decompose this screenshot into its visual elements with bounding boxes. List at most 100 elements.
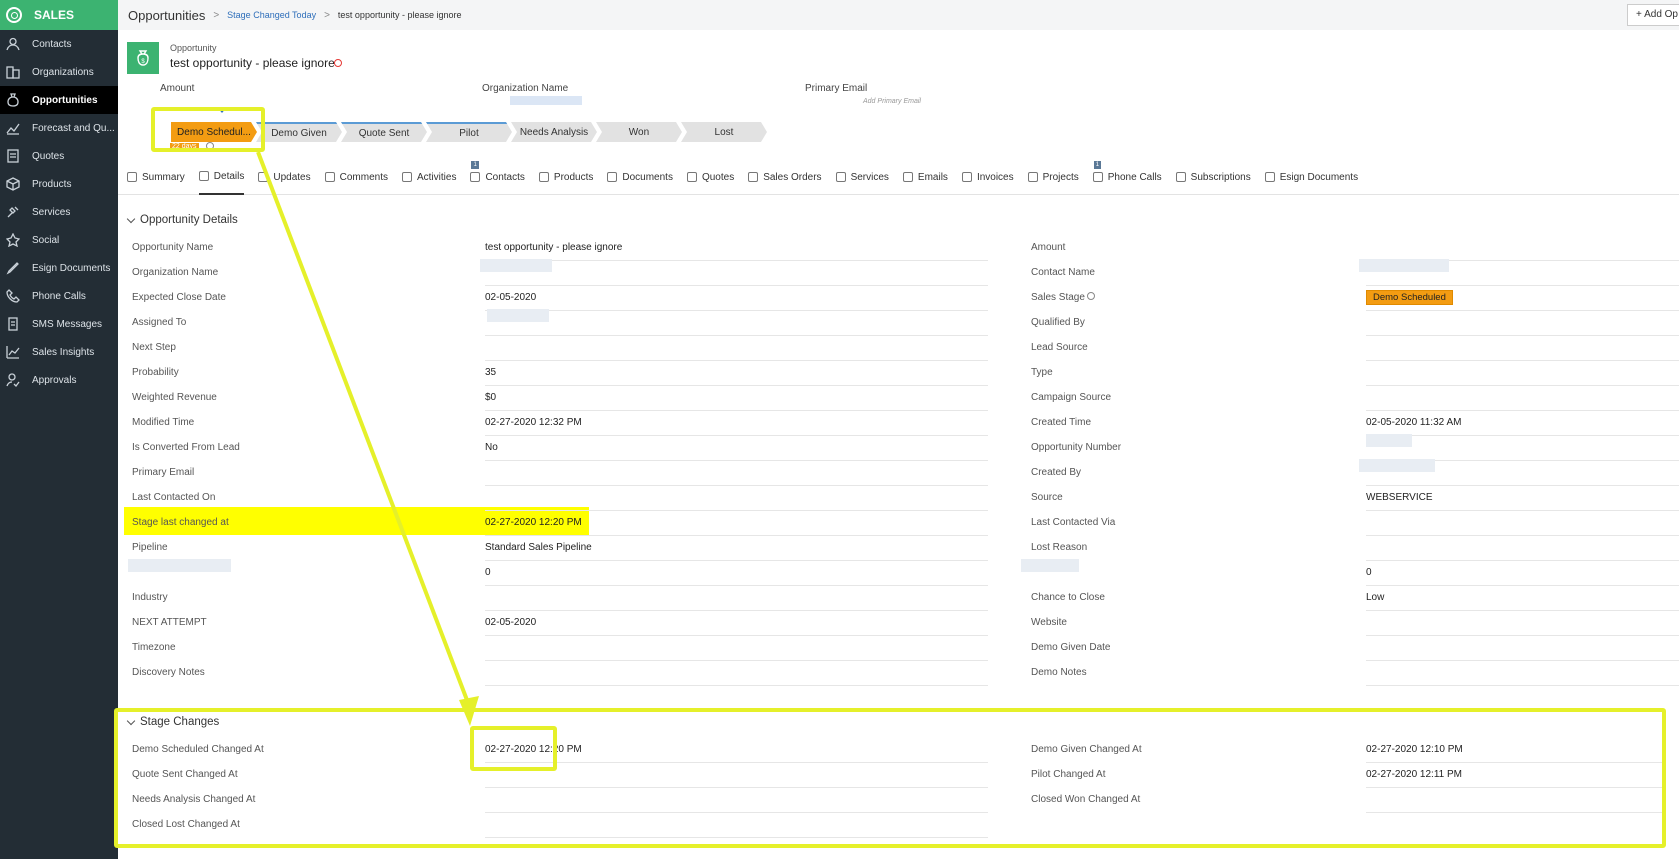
count-badge: 1 [471, 160, 479, 169]
field-value[interactable] [485, 638, 988, 661]
breadcrumb-separator: > [324, 9, 330, 21]
field-value[interactable] [1366, 613, 1679, 636]
field-value[interactable] [485, 463, 988, 486]
field-value[interactable] [485, 338, 988, 361]
tab-subscriptions[interactable]: Subscriptions [1175, 160, 1251, 195]
stage-step[interactable]: Quote Sent [341, 122, 427, 142]
app-brand[interactable]: SALES [0, 0, 118, 30]
tab-details[interactable]: Details [198, 160, 245, 195]
field-value[interactable]: No [485, 438, 988, 461]
field-value[interactable] [1366, 513, 1679, 536]
opportunity-details-header[interactable]: Opportunity Details [126, 214, 238, 226]
field-value-text: Standard Sales Pipeline [485, 542, 592, 553]
add-primary-email-link[interactable]: Add Primary Email [863, 98, 921, 105]
field-value[interactable] [1366, 663, 1679, 686]
field-value-text: 0 [1366, 567, 1372, 578]
organization-value-redacted[interactable] [510, 96, 582, 105]
field-value[interactable]: 02-27-2020 12:32 PM [485, 413, 988, 436]
tab-summary[interactable]: Summary [127, 160, 185, 195]
sidebar-item-esign-documents[interactable]: Esign Documents [0, 254, 118, 282]
breadcrumb-root[interactable]: Opportunities [128, 8, 205, 23]
tab-updates[interactable]: Updates [258, 160, 311, 195]
tab-invoices[interactable]: Invoices [961, 160, 1014, 195]
field-value[interactable] [1366, 438, 1679, 461]
tab-contacts[interactable]: 1 Contacts [470, 160, 525, 195]
field-label: Last Contacted Via [1031, 517, 1116, 528]
field-value[interactable] [485, 588, 988, 611]
tab-quotes[interactable]: Quotes [686, 160, 734, 195]
tab-documents[interactable]: Documents [607, 160, 673, 195]
sidebar-item-label: Quotes [32, 150, 65, 162]
add-opportunity-button[interactable]: + Add Op [1627, 4, 1679, 26]
sidebar-item-social[interactable]: Social [0, 226, 118, 254]
field-value[interactable]: WEBSERVICE [1366, 488, 1679, 511]
tab-icon [324, 172, 335, 182]
tab-icon [1175, 172, 1186, 182]
field-value[interactable] [1366, 338, 1679, 361]
sidebar-item-products[interactable]: Products [0, 170, 118, 198]
field-value[interactable] [485, 313, 988, 336]
field-value[interactable]: 0 [1366, 563, 1679, 586]
tab-sales-orders[interactable]: Sales Orders [748, 160, 822, 195]
field-value[interactable] [485, 663, 988, 686]
stage-step[interactable]: Lost [681, 122, 767, 142]
sidebar-item-phone-calls[interactable]: Phone Calls [0, 282, 118, 310]
tab-emails[interactable]: Emails [902, 160, 948, 195]
person-icon [6, 37, 20, 51]
stage-step[interactable]: Won [596, 122, 682, 142]
field-value[interactable]: 35 [485, 363, 988, 386]
tab-activities[interactable]: Activities [401, 160, 456, 195]
chart-icon [6, 345, 20, 359]
tab-products[interactable]: Products [538, 160, 593, 195]
redacted-value [128, 559, 231, 572]
sidebar-item-opportunities[interactable]: Opportunities [0, 86, 118, 114]
tab-projects[interactable]: Projects [1027, 160, 1079, 195]
field-value[interactable]: Standard Sales Pipeline [485, 538, 988, 561]
sidebar-item-contacts[interactable]: Contacts [0, 30, 118, 58]
field-label: Sales Stage [1031, 292, 1085, 303]
tab-phone-calls[interactable]: 1 Phone Calls [1092, 160, 1162, 195]
tab-services[interactable]: Services [835, 160, 889, 195]
field-value[interactable]: 02-05-2020 [485, 288, 988, 311]
field-value[interactable]: Demo Scheduled [1366, 288, 1679, 311]
sidebar-item-quotes[interactable]: Quotes [0, 142, 118, 170]
field-value[interactable]: 02-05-2020 [485, 613, 988, 636]
field-value[interactable] [1366, 238, 1679, 261]
field-value[interactable] [1366, 313, 1679, 336]
record-type-label: Opportunity [170, 43, 217, 53]
field-value[interactable] [485, 488, 988, 511]
field-label: Stage last changed at [132, 517, 229, 528]
sidebar-item-sms-messages[interactable]: SMS Messages [0, 310, 118, 338]
field-value[interactable]: 02-27-2020 12:20 PM [485, 513, 988, 536]
field-value[interactable] [1366, 388, 1679, 411]
field-value[interactable]: 02-05-2020 11:32 AM [1366, 413, 1679, 436]
stage-step[interactable]: Demo Given [256, 122, 342, 142]
field-value[interactable]: Low [1366, 588, 1679, 611]
stage-step[interactable]: Needs Analysis [511, 122, 597, 142]
sidebar-item-sales-insights[interactable]: Sales Insights [0, 338, 118, 366]
tab-comments[interactable]: Comments [324, 160, 388, 195]
field-label: Organization Name [132, 267, 219, 278]
field-value[interactable] [1366, 363, 1679, 386]
sales-logo-icon [6, 7, 22, 23]
sidebar-item-approvals[interactable]: Approvals [0, 366, 118, 394]
breadcrumb-filter[interactable]: Stage Changed Today [227, 10, 316, 20]
tab-esign-documents[interactable]: Esign Documents [1264, 160, 1358, 195]
field-value[interactable] [1366, 538, 1679, 561]
field-label: Chance to Close [1031, 592, 1105, 603]
field-label: Weighted Revenue [132, 392, 217, 403]
field-value[interactable] [1366, 638, 1679, 661]
stage-step[interactable]: Pilot [426, 122, 512, 142]
sidebar-item-organizations[interactable]: Organizations [0, 58, 118, 86]
info-icon[interactable] [1087, 292, 1095, 300]
sidebar-item-forecast-and-qu[interactable]: Forecast and Qu... [0, 114, 118, 142]
field-value[interactable]: $0 [485, 388, 988, 411]
field-label: Opportunity Number [1031, 442, 1122, 453]
field-value[interactable] [485, 263, 988, 286]
redacted-value [487, 309, 549, 322]
field-value[interactable]: 0 [485, 563, 988, 586]
tab-icon [961, 172, 972, 182]
field-value[interactable]: test opportunity - please ignore [485, 238, 988, 261]
sidebar-item-services[interactable]: Services [0, 198, 118, 226]
record-tabs: Summary Details Updates Comments Activities 1… [118, 160, 1679, 195]
